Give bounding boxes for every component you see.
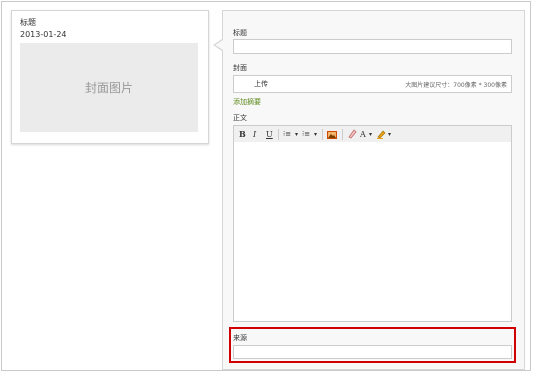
- underline-icon[interactable]: U: [266, 129, 273, 140]
- article-editor-panel: 标题 封面 上传 大图片建议尺寸：700像素 * 300像素 添加摘要 正文 B…: [213, 10, 525, 370]
- image-icon[interactable]: [327, 131, 337, 142]
- source-label: 来源: [233, 334, 247, 342]
- cover-label: 封面: [233, 64, 247, 72]
- title-input[interactable]: [233, 39, 512, 54]
- cover-size-hint: 大图片建议尺寸：700像素 * 300像素: [405, 82, 507, 89]
- body-editor-area[interactable]: [233, 142, 512, 322]
- toolbar-separator: [278, 129, 279, 140]
- unordered-list-icon[interactable]: ⁝≡: [302, 129, 310, 140]
- source-input[interactable]: [233, 345, 512, 359]
- preview-date: 2013-01-24: [20, 30, 67, 39]
- font-color-dropdown-icon[interactable]: ▾: [369, 129, 372, 140]
- toolbar-separator: [322, 129, 323, 140]
- ordered-list-dropdown-icon[interactable]: ▾: [295, 129, 298, 140]
- bold-icon[interactable]: B: [239, 129, 246, 140]
- toolbar-separator: [342, 129, 343, 140]
- add-summary-link[interactable]: 添加摘要: [233, 97, 261, 107]
- preview-cover-image: 封面图片: [20, 43, 198, 132]
- preview-title: 标题: [20, 18, 36, 27]
- title-label: 标题: [233, 29, 247, 37]
- rich-text-toolbar: B I U ⁝≡ ▾ ⁝≡ ▾ A ▾ ▾: [233, 125, 512, 143]
- highlight-dropdown-icon[interactable]: ▾: [388, 129, 391, 140]
- cover-upload-field[interactable]: 上传 大图片建议尺寸：700像素 * 300像素: [233, 75, 512, 93]
- article-preview-card[interactable]: 标题 2013-01-24 封面图片: [11, 10, 209, 144]
- source-field-highlight: 来源: [229, 327, 516, 363]
- cover-placeholder-text: 封面图片: [84, 81, 133, 95]
- font-color-icon[interactable]: A: [360, 129, 366, 140]
- upload-button[interactable]: 上传: [254, 79, 268, 89]
- unordered-list-dropdown-icon[interactable]: ▾: [314, 129, 317, 140]
- highlight-icon[interactable]: [377, 129, 387, 140]
- ordered-list-icon[interactable]: ⁝≡: [283, 129, 291, 140]
- body-label: 正文: [233, 114, 247, 122]
- italic-icon[interactable]: I: [253, 129, 256, 140]
- panel-arrow-fill: [215, 40, 223, 50]
- eraser-icon[interactable]: [347, 129, 357, 140]
- page-frame: 标题 2013-01-24 封面图片 标题 封面 上传 大图片建议尺寸：700像…: [1, 1, 531, 371]
